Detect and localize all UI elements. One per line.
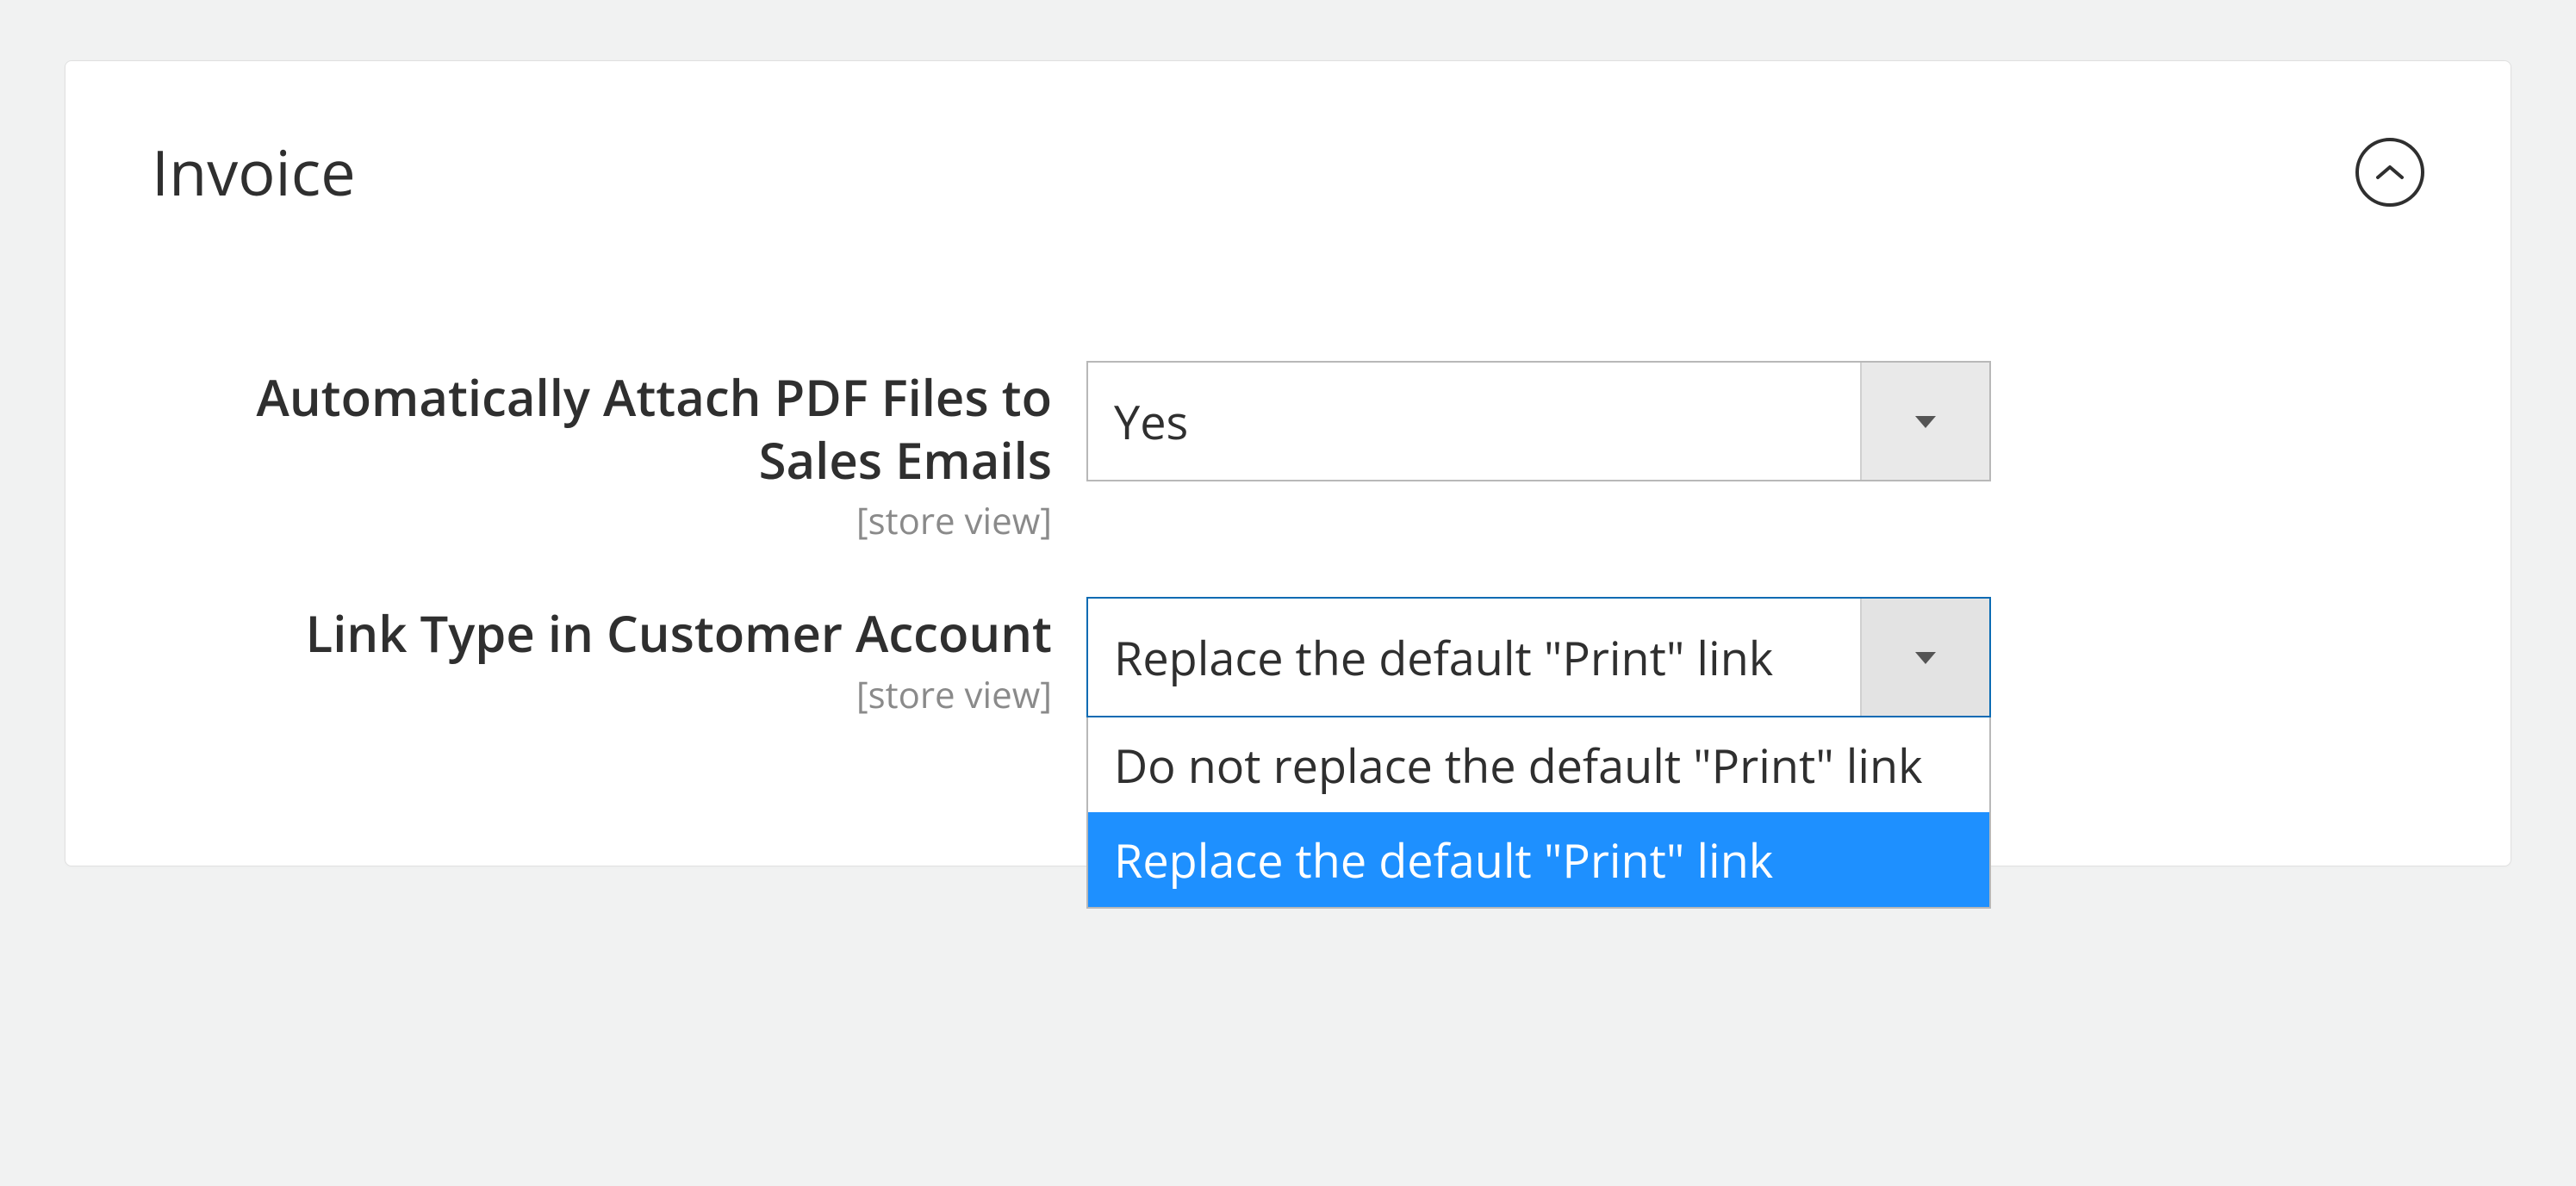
select-value: Yes: [1088, 389, 1188, 453]
attach-pdf-select[interactable]: Yes: [1086, 361, 1991, 481]
section-title: Invoice: [152, 130, 356, 214]
dropdown-option[interactable]: Do not replace the default "Print" link: [1088, 717, 1989, 812]
select-arrow-button[interactable]: [1860, 599, 1989, 716]
select-value: Replace the default "Print" link: [1088, 625, 1773, 689]
field-label-container: Link Type in Customer Account [store vie…: [152, 597, 1086, 719]
chevron-down-icon: [1912, 649, 1939, 666]
chevron-down-icon: [1912, 413, 1939, 430]
field-scope: [store view]: [152, 496, 1052, 545]
section-header[interactable]: Invoice: [152, 130, 2424, 214]
link-type-dropdown: Do not replace the default "Print" link …: [1086, 717, 1991, 909]
field-scope: [store view]: [152, 670, 1052, 719]
field-control: Replace the default "Print" link Do not …: [1086, 597, 1991, 717]
field-control: Yes: [1086, 361, 1991, 481]
field-label: Automatically Attach PDF Files to Sales …: [152, 366, 1052, 491]
field-link-type: Link Type in Customer Account [store vie…: [152, 597, 2424, 719]
field-label-container: Automatically Attach PDF Files to Sales …: [152, 361, 1086, 545]
dropdown-option[interactable]: Replace the default "Print" link: [1088, 812, 1989, 907]
field-label: Link Type in Customer Account: [152, 602, 1052, 665]
field-attach-pdf: Automatically Attach PDF Files to Sales …: [152, 361, 2424, 545]
collapse-button[interactable]: [2355, 138, 2424, 207]
link-type-select[interactable]: Replace the default "Print" link: [1086, 597, 1991, 717]
invoice-section: Invoice Automatically Attach PDF Files t…: [65, 60, 2511, 866]
select-arrow-button[interactable]: [1860, 363, 1989, 480]
chevron-up-icon: [2375, 163, 2405, 182]
